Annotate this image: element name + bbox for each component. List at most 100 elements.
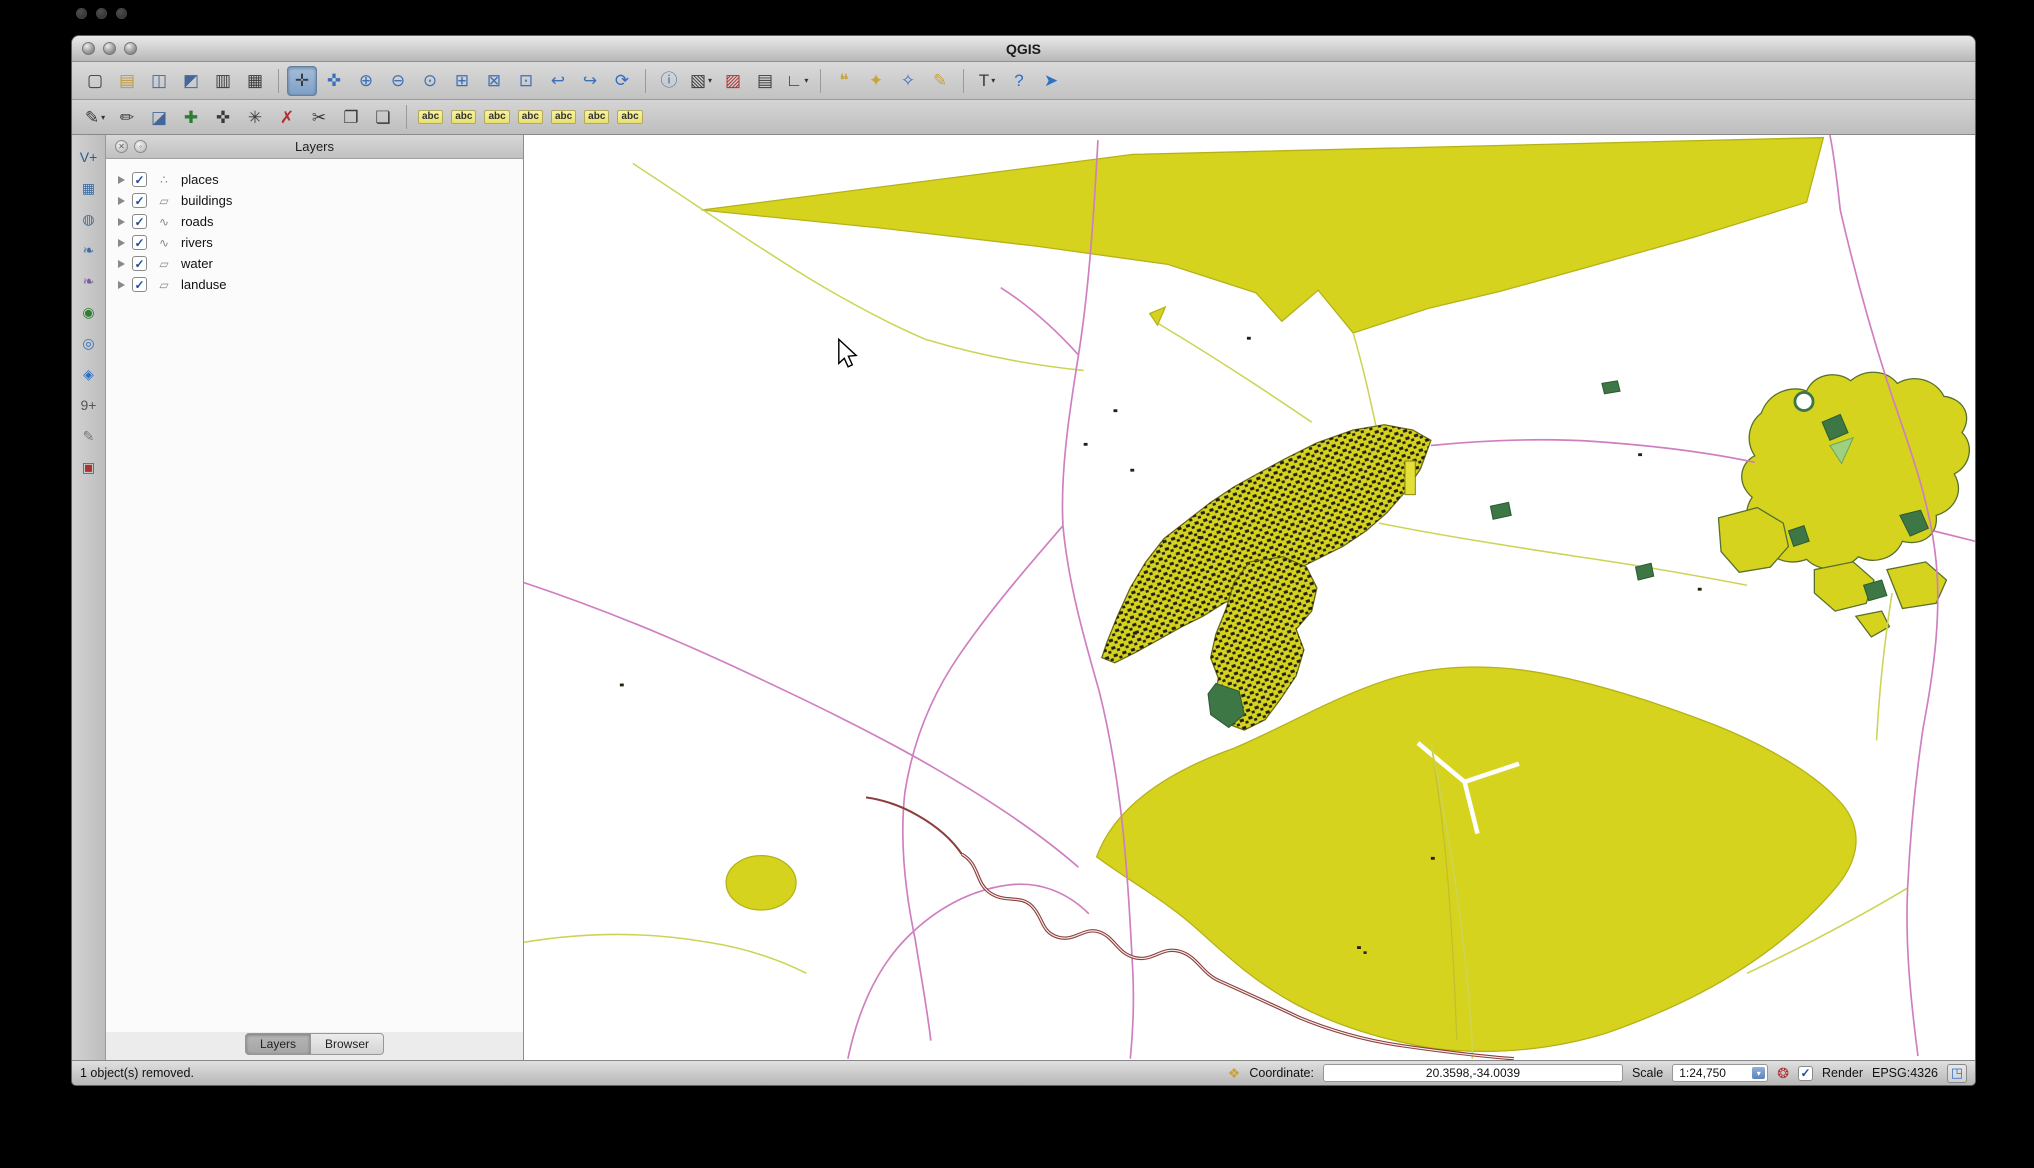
node-tool-icon: ✳ <box>248 109 262 126</box>
label-change-button[interactable]: abc <box>515 102 546 132</box>
add-postgis-layer-button[interactable]: ◍ <box>76 207 102 231</box>
minimize-button[interactable] <box>103 42 116 55</box>
zoom-in-button[interactable]: ⊕ <box>351 66 381 96</box>
new-shapefile-layer-button[interactable]: ✎ <box>76 424 102 448</box>
zoom-to-selection-button[interactable]: ⊠ <box>479 66 509 96</box>
map-tips-button[interactable]: ❝ <box>829 66 859 96</box>
new-project-button[interactable]: ▢ <box>80 66 110 96</box>
layer-visibility-checkbox[interactable]: ✓ <box>132 193 147 208</box>
coordinate-input[interactable]: 20.3598,-34.0039 <box>1323 1064 1623 1082</box>
pan-to-selection-button[interactable]: ✜ <box>319 66 349 96</box>
map-canvas[interactable] <box>524 135 1975 1060</box>
remove-layer-button[interactable]: ▣ <box>76 455 102 479</box>
measure-button[interactable]: ∟▾ <box>782 66 812 96</box>
identify-features-button[interactable]: ⓘ <box>654 66 684 96</box>
layer-visibility-checkbox[interactable]: ✓ <box>132 172 147 187</box>
layer-list: ✓∴places✓▱buildings✓∿roads✓∿rivers✓▱wate… <box>106 159 523 1032</box>
add-wcs-layer-button[interactable]: ◎ <box>76 331 102 355</box>
toolbar-separator <box>406 105 407 129</box>
label-pin-button[interactable]: abc <box>548 102 579 132</box>
water-pond <box>1795 392 1813 410</box>
panel-tab-layers[interactable]: Layers <box>245 1033 311 1055</box>
paste-features-button[interactable]: ❏ <box>368 102 398 132</box>
add-postgis-layer-icon: ◍ <box>82 212 94 226</box>
add-wfs-layer-button[interactable]: ◈ <box>76 362 102 386</box>
zoom-actual-size-button[interactable]: ⊙ <box>415 66 445 96</box>
layer-item-places[interactable]: ✓∴places <box>106 169 523 190</box>
whats-this-button[interactable]: ➤ <box>1036 66 1066 96</box>
scale-dropdown-icon[interactable]: ▾ <box>1752 1067 1765 1079</box>
panel-float-button[interactable]: ◦ <box>134 140 147 153</box>
label-rotate-button[interactable]: abc <box>481 102 512 132</box>
layer-visibility-checkbox[interactable]: ✓ <box>132 277 147 292</box>
add-wms-layer-button[interactable]: ◉ <box>76 300 102 324</box>
delete-selected-button[interactable]: ✗ <box>272 102 302 132</box>
layer-visibility-checkbox[interactable]: ✓ <box>132 214 147 229</box>
deselect-features-button[interactable]: ▨ <box>718 66 748 96</box>
add-vector-layer-button[interactable]: V+ <box>76 145 102 169</box>
scale-input[interactable]: 1:24,750 ▾ <box>1672 1064 1768 1082</box>
save-layer-edits-button[interactable]: ◪ <box>144 102 174 132</box>
zoom-next-button[interactable]: ↪ <box>575 66 605 96</box>
help-contents-button[interactable]: ? <box>1004 66 1034 96</box>
label-show-hide-button[interactable]: abc <box>581 102 612 132</box>
disclosure-triangle-icon[interactable] <box>118 176 125 184</box>
crs-status-button[interactable]: ◳ <box>1947 1064 1967 1083</box>
pan-map-button[interactable]: ✛ <box>287 66 317 96</box>
disclosure-triangle-icon[interactable] <box>118 218 125 226</box>
save-project-button[interactable]: ◫ <box>144 66 174 96</box>
zoom-full-button[interactable]: ⊞ <box>447 66 477 96</box>
text-annotation-button[interactable]: ✎ <box>925 66 955 96</box>
new-print-composer-button[interactable]: ▥ <box>208 66 238 96</box>
layer-item-buildings[interactable]: ✓▱buildings <box>106 190 523 211</box>
layer-item-roads[interactable]: ✓∿roads <box>106 211 523 232</box>
panel-close-button[interactable]: ✕ <box>115 140 128 153</box>
layer-item-landuse[interactable]: ✓▱landuse <box>106 274 523 295</box>
dropdown-caret-icon: ▾ <box>101 113 105 122</box>
label-properties-button[interactable]: abc <box>614 102 645 132</box>
cut-features-button[interactable]: ✂ <box>304 102 334 132</box>
toggle-editing-button[interactable]: ✏ <box>112 102 142 132</box>
stop-rendering-icon[interactable]: ❂ <box>1777 1066 1789 1080</box>
layer-item-water[interactable]: ✓▱water <box>106 253 523 274</box>
label-tool-button[interactable]: T▾ <box>972 66 1002 96</box>
zoom-button[interactable] <box>124 42 137 55</box>
disclosure-triangle-icon[interactable] <box>118 260 125 268</box>
layer-item-rivers[interactable]: ✓∿rivers <box>106 232 523 253</box>
zoom-to-layer-button[interactable]: ⊡ <box>511 66 541 96</box>
close-button[interactable] <box>82 42 95 55</box>
title-bar[interactable]: QGIS <box>72 36 1975 62</box>
add-mssql-layer-button[interactable]: ❧ <box>76 269 102 293</box>
move-feature-button[interactable]: ✜ <box>208 102 238 132</box>
toolbar-separator <box>278 69 279 93</box>
render-checkbox[interactable]: ✓ <box>1798 1066 1813 1081</box>
add-raster-layer-button[interactable]: ▦ <box>76 176 102 200</box>
add-spatialite-layer-button[interactable]: ❧ <box>76 238 102 262</box>
composer-manager-button[interactable]: ▦ <box>240 66 270 96</box>
new-spatialite-layer-button[interactable]: 9+ <box>76 393 102 417</box>
node-tool-button[interactable]: ✳ <box>240 102 270 132</box>
save-project-as-button[interactable]: ◩ <box>176 66 206 96</box>
select-features-button[interactable]: ▧▾ <box>686 66 716 96</box>
copy-features-button[interactable]: ❐ <box>336 102 366 132</box>
refresh-map-button[interactable]: ⟳ <box>607 66 637 96</box>
disclosure-triangle-icon[interactable] <box>118 281 125 289</box>
layer-visibility-checkbox[interactable]: ✓ <box>132 235 147 250</box>
disclosure-triangle-icon[interactable] <box>118 239 125 247</box>
layer-visibility-checkbox[interactable]: ✓ <box>132 256 147 271</box>
current-edits-button[interactable]: ✎▾ <box>80 102 110 132</box>
add-feature-button[interactable]: ✚ <box>176 102 206 132</box>
render-label: Render <box>1822 1066 1863 1080</box>
open-attribute-table-button[interactable]: ▤ <box>750 66 780 96</box>
zoom-last-button[interactable]: ↩ <box>543 66 573 96</box>
zoom-last-icon: ↩ <box>551 72 565 89</box>
zoom-out-button[interactable]: ⊖ <box>383 66 413 96</box>
panel-tab-browser[interactable]: Browser <box>311 1033 384 1055</box>
open-project-button[interactable]: ▤ <box>112 66 142 96</box>
add-mssql-layer-icon: ❧ <box>83 274 95 288</box>
label-move-button[interactable]: abc <box>448 102 479 132</box>
labeling-button[interactable]: abc <box>415 102 446 132</box>
disclosure-triangle-icon[interactable] <box>118 197 125 205</box>
new-bookmark-button[interactable]: ✦ <box>861 66 891 96</box>
show-bookmarks-button[interactable]: ✧ <box>893 66 923 96</box>
